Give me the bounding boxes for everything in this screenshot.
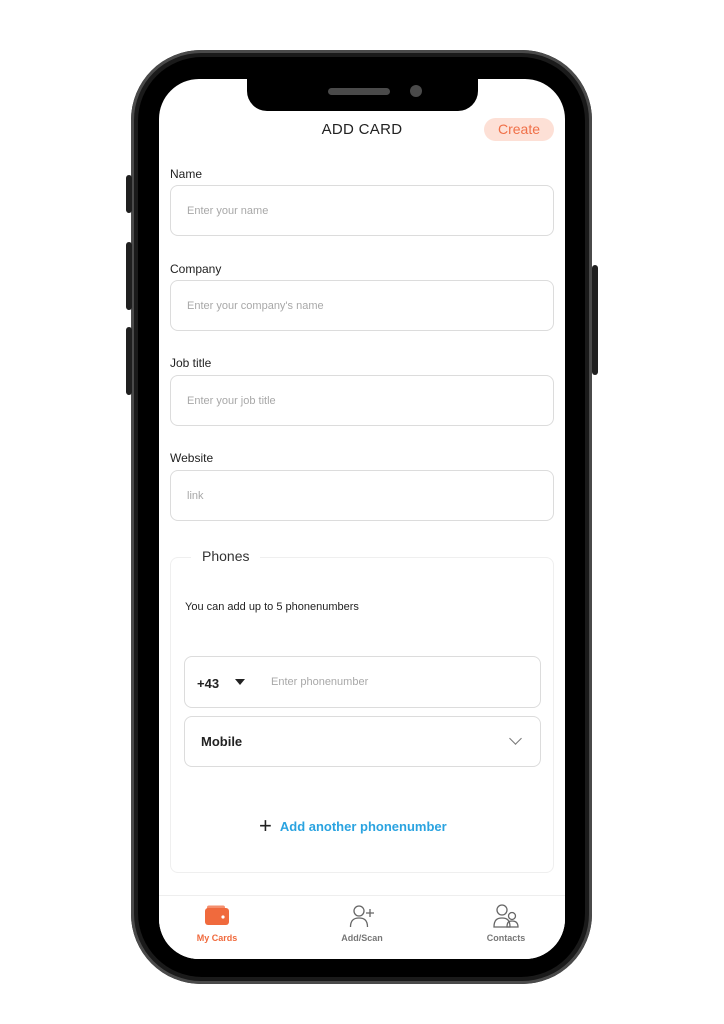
add-user-icon: [349, 905, 374, 928]
job-title-input[interactable]: [170, 375, 554, 426]
website-input[interactable]: [170, 470, 554, 521]
contacts-icon: [493, 904, 519, 928]
create-button[interactable]: Create: [484, 118, 554, 141]
bottom-navigation: My Cards Add/Scan Contacts: [159, 895, 565, 959]
company-label: Company: [170, 262, 222, 276]
phones-section-title: Phones: [191, 548, 261, 564]
caret-down-icon[interactable]: [235, 679, 245, 685]
phone-number-input[interactable]: [271, 670, 531, 694]
company-input[interactable]: [170, 280, 554, 331]
website-label: Website: [170, 451, 214, 465]
country-code-select[interactable]: +43: [197, 676, 219, 691]
nav-label-my-cards: My Cards: [196, 933, 238, 943]
phone-notch: [247, 79, 478, 111]
nav-my-cards[interactable]: My Cards: [167, 896, 267, 959]
nav-label-add-scan: Add/Scan: [341, 933, 383, 943]
volume-down-button-hw: [126, 327, 132, 395]
power-button-hw: [592, 265, 598, 375]
phone-number-row: +43: [184, 656, 541, 708]
front-camera: [410, 85, 422, 97]
add-phone-button[interactable]: + Add another phonenumber: [259, 814, 447, 838]
volume-up-button-hw: [126, 242, 132, 310]
speaker-grille: [328, 88, 390, 95]
add-phone-label: Add another phonenumber: [279, 818, 447, 834]
app-screen: ADD CARD Create Name Company Job title W…: [159, 79, 565, 959]
phones-section: Phones You can add up to 5 phonenumbers …: [170, 548, 554, 873]
wallet-icon: [205, 905, 229, 925]
chevron-down-icon: [509, 732, 522, 745]
phones-hint: You can add up to 5 phonenumbers: [185, 601, 359, 613]
nav-label-contacts: Contacts: [486, 933, 526, 943]
name-input[interactable]: [170, 185, 554, 236]
nav-add-scan[interactable]: Add/Scan: [312, 896, 412, 959]
mute-switch: [126, 175, 132, 213]
phone-type-select[interactable]: Mobile: [184, 716, 541, 767]
name-label: Name: [170, 167, 203, 181]
phone-type-value: Mobile: [201, 734, 243, 749]
nav-contacts[interactable]: Contacts: [456, 896, 556, 959]
job-title-label: Job title: [170, 356, 212, 370]
plus-icon: +: [259, 813, 272, 838]
